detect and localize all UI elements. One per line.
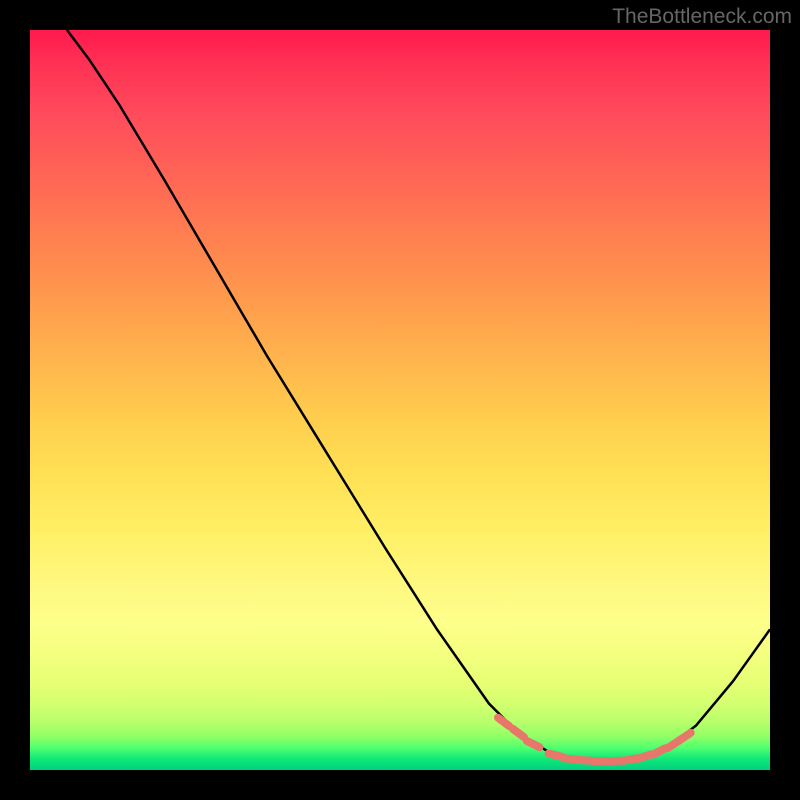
marker-dash xyxy=(653,748,666,754)
curve-line xyxy=(67,30,770,761)
curve-markers xyxy=(498,718,691,762)
marker-dash xyxy=(527,741,540,747)
marker-dash xyxy=(498,718,509,726)
watermark-text: TheBottleneck.com xyxy=(612,5,792,29)
chart-curve-svg xyxy=(30,30,770,770)
chart-plot-area xyxy=(30,30,770,770)
marker-dash xyxy=(679,733,691,741)
marker-dash xyxy=(513,729,524,737)
